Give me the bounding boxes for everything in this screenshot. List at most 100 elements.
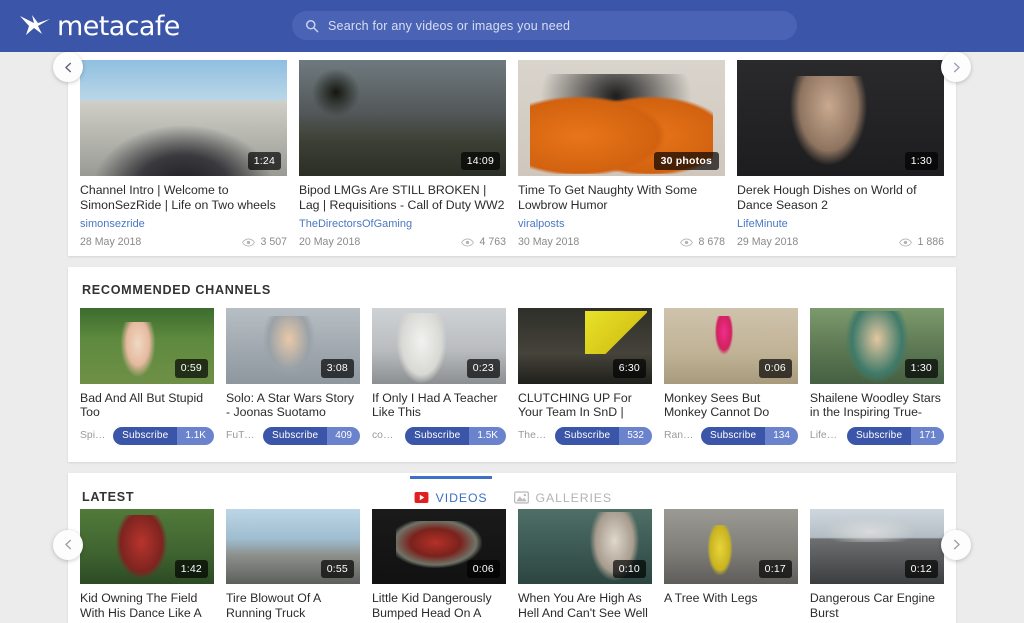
video-thumbnail[interactable]: 1:30 xyxy=(810,308,944,383)
view-count: 1 886 xyxy=(917,236,944,248)
carousel-prev-button[interactable] xyxy=(53,52,83,82)
video-title[interactable]: Monkey Sees But Monkey Cannot Do xyxy=(664,391,798,420)
channel-name[interactable]: contentg... xyxy=(372,430,399,441)
duration-badge: 30 photos xyxy=(654,152,719,171)
video-channel-link[interactable]: LifeMinute xyxy=(737,218,944,230)
video-title[interactable]: Bipod LMGs Are STILL BROKEN | Lag | Requ… xyxy=(299,183,506,212)
channel-name[interactable]: Random ... xyxy=(664,430,695,441)
chevron-right-icon xyxy=(951,539,962,550)
video-title[interactable]: Tire Blowout Of A Running Truck xyxy=(226,591,360,620)
duration-badge: 1:30 xyxy=(905,152,938,171)
subscribe-button[interactable]: Subscribe1.5K xyxy=(405,427,506,445)
subscribe-button[interactable]: Subscribe409 xyxy=(263,427,360,445)
subscriber-count: 532 xyxy=(619,427,652,445)
video-card[interactable]: 0:17A Tree With Legsengage time24 May 20… xyxy=(658,509,804,623)
site-header: metacafe xyxy=(0,0,1024,52)
video-title[interactable]: Little Kid Dangerously Bumped Head On A … xyxy=(372,591,506,620)
subscribe-button[interactable]: Subscribe171 xyxy=(847,427,944,445)
channel-name[interactable]: FuTurXTV xyxy=(226,430,257,441)
channel-name[interactable]: TheDirec... xyxy=(518,430,549,441)
subscribe-label: Subscribe xyxy=(701,427,765,445)
video-card[interactable]: 0:06 Little Kid Dangerously Bumped Head O… xyxy=(366,509,512,623)
channel-card[interactable]: 0:23 If Only I Had A Teacher Like This con… xyxy=(366,308,512,452)
search-input[interactable] xyxy=(328,19,784,33)
video-thumbnail[interactable]: 1:42 xyxy=(80,509,214,584)
video-thumbnail[interactable]: 0:06 xyxy=(664,308,798,383)
video-title[interactable]: Channel Intro | Welcome to SimonSezRide … xyxy=(80,183,287,212)
subscribe-label: Subscribe xyxy=(405,427,469,445)
video-title[interactable]: Bad And All But Stupid Too xyxy=(80,391,214,420)
channel-card[interactable]: 1:30 Shailene Woodley Stars in the Inspir… xyxy=(804,308,950,452)
video-channel-link[interactable]: simonsezride xyxy=(80,218,287,230)
video-channel-link[interactable]: TheDirectorsOfGaming xyxy=(299,218,506,230)
channel-card[interactable]: 0:06 Monkey Sees But Monkey Cannot Do Rand… xyxy=(658,308,804,452)
subscribe-button[interactable]: Subscribe134 xyxy=(701,427,798,445)
carousel-next-button[interactable] xyxy=(941,52,971,82)
subscribe-row: LifeMinute Subscribe171 xyxy=(810,427,944,445)
subscriber-count: 409 xyxy=(327,427,360,445)
video-thumbnail[interactable]: 1:30 xyxy=(737,60,944,176)
channel-card[interactable]: 0:59 Bad And All But Stupid Too Spicy En..… xyxy=(74,308,220,452)
brand-logo[interactable]: metacafe xyxy=(18,11,180,42)
video-card[interactable]: 1:30 Derek Hough Dishes on World of Dance… xyxy=(731,60,950,256)
tab-videos[interactable]: VIDEOS xyxy=(414,489,488,505)
recommended-header: RECOMMENDED CHANNELS xyxy=(68,267,956,299)
duration-badge: 0:06 xyxy=(759,359,792,378)
subscribe-row: contentg... Subscribe1.5K xyxy=(372,427,506,445)
tab-galleries[interactable]: GALLERIES xyxy=(514,489,612,505)
video-date: 28 May 2018 xyxy=(80,236,141,248)
video-play-icon xyxy=(414,491,429,504)
video-title[interactable]: A Tree With Legs xyxy=(664,591,798,620)
subscribe-row: Spicy En... Subscribe1.1K xyxy=(80,427,214,445)
subscribe-button[interactable]: Subscribe1.1K xyxy=(113,427,214,445)
video-title[interactable]: Solo: A Star Wars Story - Joonas Suotamo… xyxy=(226,391,360,420)
featured-carousel-panel: 1:24 Channel Intro | Welcome to SimonSezR… xyxy=(68,52,956,256)
channel-card[interactable]: 3:08 Solo: A Star Wars Story - Joonas Suo… xyxy=(220,308,366,452)
channel-card[interactable]: 6:30 CLUTCHING UP For Your Team In SnD | … xyxy=(512,308,658,452)
video-title[interactable]: CLUTCHING UP For Your Team In SnD | Ship… xyxy=(518,391,652,420)
subscribe-label: Subscribe xyxy=(847,427,911,445)
video-thumbnail[interactable]: 0:55 xyxy=(226,509,360,584)
video-card[interactable]: 1:24 Channel Intro | Welcome to SimonSezR… xyxy=(74,60,293,256)
channel-name[interactable]: LifeMinute xyxy=(810,430,841,441)
tab-videos-label: VIDEOS xyxy=(436,491,488,505)
video-title[interactable]: Kid Owning The Field With His Dance Like… xyxy=(80,591,214,620)
video-card[interactable]: 1:42 Kid Owning The Field With His Dance … xyxy=(74,509,220,623)
video-thumbnail[interactable]: 0:23 xyxy=(372,308,506,383)
video-date: 30 May 2018 xyxy=(518,236,579,248)
video-card[interactable]: 14:09 Bipod LMGs Are STILL BROKEN | Lag |… xyxy=(293,60,512,256)
video-thumbnail[interactable]: 1:24 xyxy=(80,60,287,176)
video-thumbnail[interactable]: 3:08 xyxy=(226,308,360,383)
video-thumbnail[interactable]: 6:30 xyxy=(518,308,652,383)
latest-prev-button[interactable] xyxy=(53,530,83,560)
video-title[interactable]: Derek Hough Dishes on World of Dance Sea… xyxy=(737,183,944,212)
video-channel-link[interactable]: viralposts xyxy=(518,218,725,230)
video-card[interactable]: 30 photos Time To Get Naughty With Some L… xyxy=(512,60,731,256)
search-bar[interactable] xyxy=(292,11,797,40)
latest-panel: LATEST VIDEOS GALLERIES xyxy=(68,473,956,623)
video-thumbnail[interactable]: 0:17 xyxy=(664,509,798,584)
video-title[interactable]: Dangerous Car Engine Burst xyxy=(810,591,944,620)
video-thumbnail[interactable]: 0:12 xyxy=(810,509,944,584)
video-title[interactable]: When You Are High As Hell And Can't See … xyxy=(518,591,652,620)
chevron-left-icon xyxy=(63,539,74,550)
video-title[interactable]: If Only I Had A Teacher Like This xyxy=(372,391,506,420)
video-thumbnail[interactable]: 30 photos xyxy=(518,60,725,176)
video-title[interactable]: Shailene Woodley Stars in the Inspiring … xyxy=(810,391,944,420)
subscribe-button[interactable]: Subscribe532 xyxy=(555,427,652,445)
subscriber-count: 1.5K xyxy=(469,427,506,445)
video-card[interactable]: 0:55Tire Blowout Of A Running Truckconte… xyxy=(220,509,366,623)
video-thumbnail[interactable]: 14:09 xyxy=(299,60,506,176)
image-gallery-icon xyxy=(514,491,529,504)
video-title[interactable]: Time To Get Naughty With Some Lowbrow Hu… xyxy=(518,183,725,212)
video-thumbnail[interactable]: 0:06 xyxy=(372,509,506,584)
tab-galleries-label: GALLERIES xyxy=(536,491,612,505)
subscribe-label: Subscribe xyxy=(555,427,619,445)
video-thumbnail[interactable]: 0:10 xyxy=(518,509,652,584)
latest-next-button[interactable] xyxy=(941,530,971,560)
video-thumbnail[interactable]: 0:59 xyxy=(80,308,214,383)
eye-icon xyxy=(242,238,255,247)
video-card[interactable]: 0:10 When You Are High As Hell And Can't … xyxy=(512,509,658,623)
channel-name[interactable]: Spicy En... xyxy=(80,430,107,441)
video-card[interactable]: 0:12Dangerous Car Engine Burstcontentgur… xyxy=(804,509,950,623)
